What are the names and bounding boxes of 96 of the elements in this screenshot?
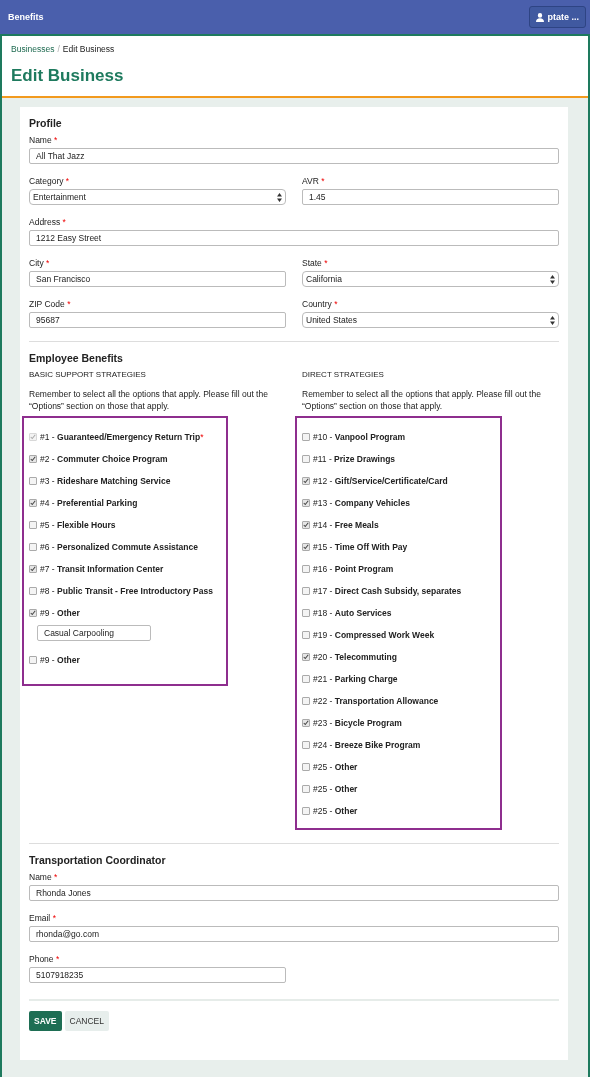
checkbox[interactable] — [29, 498, 37, 507]
checkbox[interactable] — [29, 586, 37, 595]
checkbox[interactable] — [302, 432, 310, 441]
group-note: Remember to select all the options that apply. Please fill out the “Options” section on those that apply. — [29, 388, 269, 413]
checkbox-label[interactable]: #25 - Other — [313, 783, 358, 794]
checkbox-label[interactable]: #4 - Preferential Parking — [40, 497, 138, 508]
checkbox-label[interactable]: #14 - Free Meals — [313, 519, 379, 530]
input-field[interactable]: 5107918235 — [29, 966, 286, 983]
field-label: Address * — [29, 217, 67, 227]
checkbox[interactable] — [302, 740, 310, 749]
checkbox[interactable] — [302, 652, 310, 661]
section-heading: Employee Benefits — [29, 352, 124, 364]
checkbox[interactable] — [29, 520, 37, 529]
checkbox-label[interactable]: #19 - Compressed Work Week — [313, 629, 435, 640]
checkbox[interactable] — [302, 586, 310, 595]
checkbox[interactable] — [302, 608, 310, 617]
checkbox[interactable] — [302, 476, 310, 485]
field-label: Phone * — [29, 953, 61, 964]
field-label: Category * — [29, 176, 71, 186]
checkbox[interactable] — [302, 674, 310, 683]
field-label: Email * — [29, 912, 57, 923]
field-label: State * — [302, 258, 329, 268]
breadcrumb-current: Edit Business — [62, 44, 115, 54]
checkbox[interactable] — [302, 498, 310, 507]
group-title: DIRECT STRATEGIES — [302, 370, 385, 379]
updown-icon — [277, 192, 282, 202]
checkbox-label[interactable]: #23 - Bicycle Program — [313, 717, 402, 728]
group-note: Remember to select all the options that apply. Please fill out the “Options” section on those that apply. — [302, 388, 542, 413]
checkbox[interactable] — [302, 542, 310, 551]
updown-icon — [550, 315, 555, 325]
input-field[interactable]: 1.45 — [302, 189, 559, 205]
checkbox-label[interactable]: #9 - Other — [40, 607, 80, 618]
brand-link[interactable]: Benefits — [8, 12, 44, 22]
checkbox-label[interactable]: #25 - Other — [313, 805, 358, 816]
checkbox-label[interactable]: #17 - Direct Cash Subsidy, separates — [313, 585, 462, 596]
checkbox-label[interactable]: #22 - Transportation Allowance — [313, 695, 439, 706]
checkbox-label[interactable]: #7 - Transit Information Center — [40, 563, 164, 574]
checkbox-label[interactable]: #15 - Time Off With Pay — [313, 541, 408, 552]
field-label: Country * — [302, 299, 339, 309]
checkbox-label[interactable]: #9 - Other — [40, 654, 80, 665]
checkbox[interactable] — [29, 564, 37, 573]
checkbox[interactable] — [302, 806, 310, 815]
select-field[interactable]: California — [302, 271, 559, 287]
checkbox-label[interactable]: #13 - Company Vehicles — [313, 497, 410, 508]
checkbox-label[interactable]: #10 - Vanpool Program — [313, 431, 406, 442]
checkbox[interactable] — [29, 476, 37, 485]
field-label: Name * — [29, 135, 59, 145]
input-field[interactable]: All That Jazz — [29, 148, 559, 164]
checkbox-label[interactable]: #8 - Public Transit - Free Introductory Pass — [40, 585, 213, 596]
checkbox[interactable] — [302, 718, 310, 727]
cancel-button[interactable]: CANCEL — [64, 1010, 109, 1031]
breadcrumb-link[interactable]: Businesses — [11, 44, 55, 54]
checkbox-label[interactable]: #5 - Flexible Hours — [40, 519, 116, 530]
section-heading: Transportation Coordinator — [29, 853, 167, 866]
page-title: Edit Business — [11, 66, 125, 86]
group-title: BASIC SUPPORT STRATEGIES — [29, 370, 147, 379]
updown-icon — [550, 274, 555, 284]
select-field[interactable]: United States — [302, 312, 559, 328]
checkbox[interactable] — [29, 454, 37, 463]
field-label: AVR * — [302, 176, 326, 186]
input-field[interactable]: 95687 — [29, 312, 286, 328]
checkbox-label[interactable]: #12 - Gift/Service/Certificate/Card — [313, 475, 448, 486]
checkbox[interactable] — [302, 454, 310, 463]
checkbox[interactable] — [29, 655, 37, 664]
input-field[interactable]: San Francisco — [29, 271, 286, 287]
user-icon — [536, 12, 545, 22]
checkbox[interactable] — [302, 696, 310, 705]
section-heading: Profile — [29, 117, 63, 129]
checkbox-label[interactable]: #24 - Breeze Bike Program — [313, 739, 421, 750]
checkbox[interactable] — [302, 762, 310, 771]
checkbox[interactable] — [302, 630, 310, 639]
checkbox-label[interactable]: #21 - Parking Charge — [313, 673, 398, 684]
checkbox-label[interactable]: #6 - Personalized Commute Assistance — [40, 541, 198, 552]
checkbox-label[interactable]: #20 - Telecommuting — [313, 651, 397, 662]
checkbox-label[interactable]: #11 - Prize Drawings — [313, 453, 396, 464]
breadcrumb-separator: / — [57, 44, 60, 54]
field-label: City * — [29, 258, 51, 268]
checkbox[interactable] — [302, 564, 310, 573]
checkbox-label[interactable]: #2 - Commuter Choice Program — [40, 453, 168, 464]
checkbox-label[interactable]: #25 - Other — [313, 761, 358, 772]
user-menu-button[interactable]: ptate ... — [529, 6, 586, 28]
checkbox-label[interactable]: #3 - Rideshare Matching Service — [40, 475, 171, 486]
checkbox[interactable] — [302, 520, 310, 529]
input-field[interactable]: rhonda@go.com — [29, 925, 559, 942]
checkbox[interactable] — [29, 542, 37, 551]
field-label: ZIP Code * — [29, 299, 72, 309]
input-field[interactable]: Rhonda Jones — [29, 884, 559, 901]
checkbox[interactable] — [302, 784, 310, 793]
field-label: Name * — [29, 871, 59, 882]
select-field[interactable]: Entertainment — [29, 189, 286, 205]
option-input-field[interactable]: Casual Carpooling — [37, 624, 151, 641]
save-button[interactable]: SAVE — [29, 1010, 62, 1031]
input-field[interactable]: 1212 Easy Street — [29, 230, 559, 246]
checkbox-label[interactable]: #16 - Point Program — [313, 563, 394, 574]
checkbox-label[interactable]: #18 - Auto Services — [313, 607, 392, 618]
checkbox[interactable] — [29, 608, 37, 617]
